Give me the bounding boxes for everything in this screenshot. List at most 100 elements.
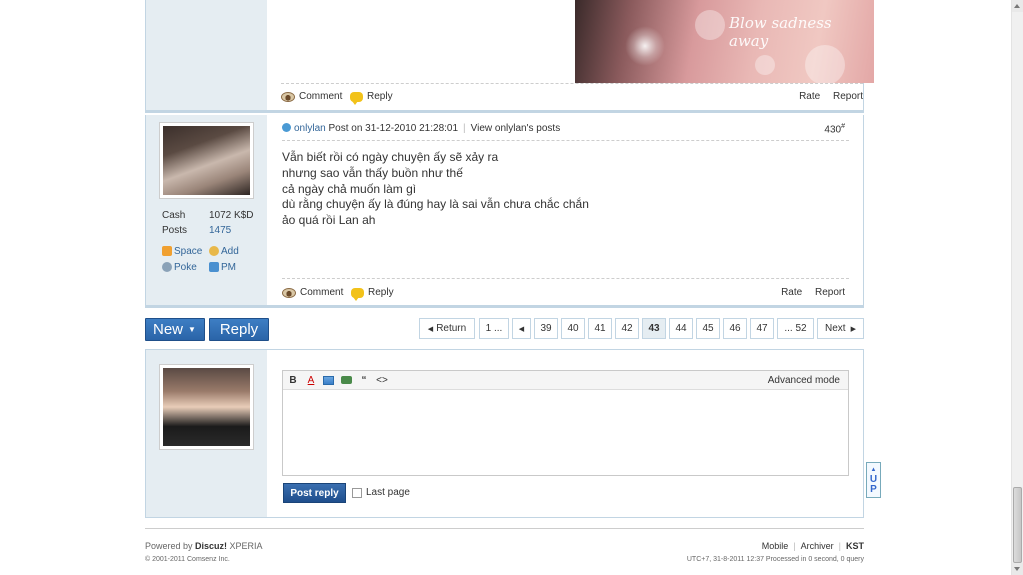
post-separator xyxy=(145,110,864,113)
report-link[interactable]: Report xyxy=(815,287,845,298)
pager-page[interactable]: 46 xyxy=(723,318,747,339)
bold-button[interactable]: B xyxy=(287,374,299,386)
post-separator xyxy=(145,305,864,308)
view-author-posts-link[interactable]: View onlylan's posts xyxy=(471,123,561,134)
pager-page[interactable]: 42 xyxy=(615,318,639,339)
poke-link[interactable]: Poke xyxy=(162,259,209,275)
online-status-icon xyxy=(282,123,291,132)
pager-page[interactable]: 44 xyxy=(669,318,693,339)
reply-textarea[interactable] xyxy=(283,390,848,475)
image-button[interactable] xyxy=(322,374,334,386)
pager-last[interactable]: ... 52 xyxy=(777,318,814,339)
post-actions: Comment Reply Rate Report xyxy=(282,287,845,301)
back-to-top-button[interactable]: ▲ U P xyxy=(866,462,881,498)
post-content: Vẫn biết rồi có ngày chuyện ấy sẽ xảy ra… xyxy=(282,150,589,229)
author-stats: Cash 1072 K$D Posts 1475 xyxy=(162,210,253,240)
comment-icon xyxy=(282,287,296,298)
scrollbar-thumb[interactable] xyxy=(1013,487,1022,563)
post-actions-right: Rate Report xyxy=(771,287,845,298)
reply-editor: B A “ <> Advanced mode xyxy=(282,370,849,476)
pager-page[interactable]: 47 xyxy=(750,318,774,339)
scroll-up-arrow[interactable] xyxy=(1012,0,1023,12)
image-icon xyxy=(322,375,334,385)
pager-page[interactable]: 39 xyxy=(534,318,558,339)
footer-links: Mobile | Archiver | KST xyxy=(761,541,864,551)
copyright: © 2001-2011 Comsenz Inc. xyxy=(145,556,230,563)
content-line: Vẫn biết rồi có ngày chuyện ấy sẽ xảy ra xyxy=(282,150,499,164)
reply-sidebar xyxy=(146,350,267,517)
content-line: ảo quá rồi Lan ah xyxy=(282,213,376,228)
author-sidebar xyxy=(146,0,267,113)
chevron-down-icon: ▼ xyxy=(188,325,196,334)
quick-reply-box: B A “ <> Advanced mode Post reply Last p… xyxy=(145,349,864,518)
pager-page[interactable]: 41 xyxy=(588,318,612,339)
pm-link[interactable]: PM xyxy=(209,259,256,275)
author-sidebar: Cash 1072 K$D Posts 1475 Space Add Poke … xyxy=(146,115,267,306)
code-button[interactable]: <> xyxy=(376,374,388,386)
post-actions-right: Rate Report xyxy=(789,91,863,102)
rate-link[interactable]: Rate xyxy=(799,91,820,102)
add-friend-icon xyxy=(209,246,219,256)
footer-divider xyxy=(145,528,864,529)
floor-number[interactable]: 430# xyxy=(824,123,845,135)
last-page-label: Last page xyxy=(366,487,410,498)
reply-button[interactable]: Reply xyxy=(351,287,394,301)
chevron-left-icon: ◀ xyxy=(518,325,525,333)
link-button[interactable] xyxy=(340,374,352,386)
chevron-right-icon: ▶ xyxy=(850,325,856,333)
posts-label: Posts xyxy=(162,225,188,236)
pager-current-page: 43 xyxy=(642,318,666,339)
comment-icon xyxy=(281,91,295,102)
last-page-checkbox[interactable] xyxy=(352,487,362,498)
post-main: onlylan Post on 31-12-2010 21:28:01 | View… xyxy=(267,115,863,306)
pager-next[interactable]: Next ▶ xyxy=(817,318,864,339)
pager-prev[interactable]: ◀ xyxy=(512,318,531,339)
kst-link[interactable]: KST xyxy=(846,541,864,551)
font-color-button[interactable]: A xyxy=(305,374,317,386)
signature-text: Blow sadness away xyxy=(729,14,832,50)
post-date: Post on 31-12-2010 21:28:01 xyxy=(328,123,459,134)
current-user-avatar[interactable] xyxy=(159,364,254,450)
last-page-option[interactable]: Last page xyxy=(352,487,410,498)
post-430: Cash 1072 K$D Posts 1475 Space Add Poke … xyxy=(145,115,864,306)
editor-toolbar: B A “ <> Advanced mode xyxy=(283,371,848,390)
cash-value: 1072 K$D xyxy=(209,210,254,221)
posts-value[interactable]: 1475 xyxy=(209,225,231,240)
comment-button[interactable]: Comment xyxy=(281,91,342,102)
content-line: nhưng sao vẫn thấy buồn như thế xyxy=(282,165,463,180)
archiver-link[interactable]: Archiver xyxy=(801,541,834,551)
space-link[interactable]: Space xyxy=(162,243,209,259)
content-line: dù rằng chuyện ấy là đúng hay là sai vẫn… xyxy=(282,197,589,212)
pager-first[interactable]: 1 ... xyxy=(479,318,509,339)
reply-button[interactable]: Reply xyxy=(350,91,393,105)
rate-link[interactable]: Rate xyxy=(781,287,802,298)
advanced-mode-link[interactable]: Advanced mode xyxy=(768,375,840,386)
mobile-link[interactable]: Mobile xyxy=(762,541,789,551)
new-thread-button[interactable]: New ▼ xyxy=(145,318,205,341)
scroll-down-arrow[interactable] xyxy=(1012,563,1023,575)
reply-icon xyxy=(351,287,364,301)
pager-page[interactable]: 45 xyxy=(696,318,720,339)
poke-icon xyxy=(162,262,172,272)
report-link[interactable]: Report xyxy=(833,91,863,102)
envelope-icon xyxy=(209,262,219,272)
link-icon xyxy=(340,376,352,384)
footer-time: UTC+7, 31-8-2011 12:37 Processed in 0 se… xyxy=(686,556,864,563)
post-actions: Comment Reply Rate Report xyxy=(281,91,863,105)
pager-return[interactable]: ◀ Return xyxy=(419,318,475,339)
post-reply-button[interactable]: Post reply xyxy=(283,483,346,503)
avatar-image xyxy=(163,368,250,446)
content-line: cả ngày chả muốn làm gì xyxy=(282,181,417,196)
add-friend-link[interactable]: Add xyxy=(209,243,256,259)
reply-thread-button[interactable]: Reply xyxy=(209,318,269,341)
avatar[interactable] xyxy=(159,122,254,199)
author-name[interactable]: onlylan xyxy=(294,123,326,134)
comment-button[interactable]: Comment xyxy=(282,287,343,298)
chevron-left-icon: ◀ xyxy=(427,325,434,333)
quote-button[interactable]: “ xyxy=(358,374,370,386)
scrollbar[interactable] xyxy=(1011,0,1023,575)
powered-by: Powered by Discuz! XPERIA xyxy=(145,541,263,551)
discuz-link[interactable]: Discuz! xyxy=(195,541,227,551)
cash-label: Cash xyxy=(162,210,186,221)
pager-page[interactable]: 40 xyxy=(561,318,585,339)
